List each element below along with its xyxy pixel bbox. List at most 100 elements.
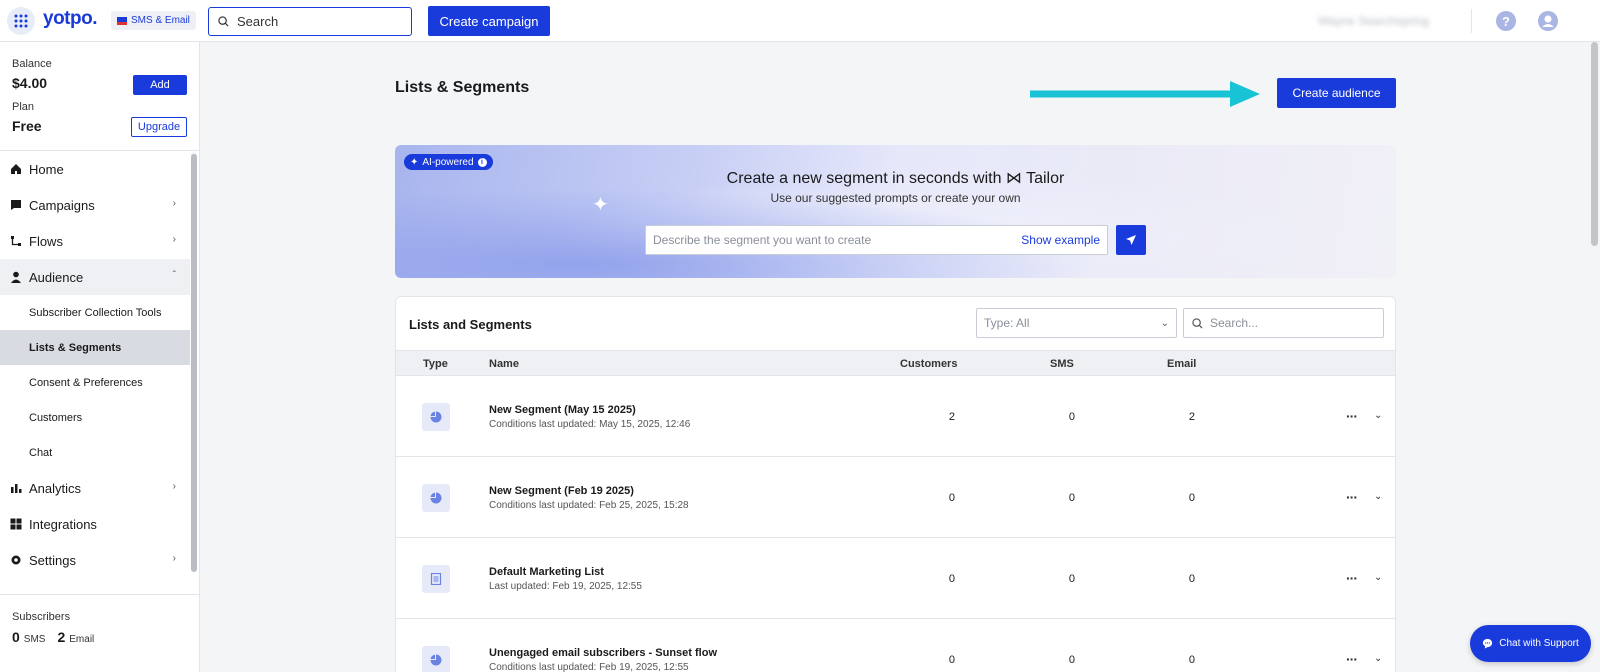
sidebar-item-customers[interactable]: Customers [0, 400, 190, 435]
audience-icon [10, 271, 22, 283]
more-actions-icon[interactable]: ··· [1346, 570, 1358, 586]
search-icon [1192, 317, 1203, 329]
row-email: 0 [1188, 654, 1195, 666]
row-updated: Conditions last updated: May 15, 2025, 1… [489, 419, 691, 430]
analytics-icon [10, 482, 22, 494]
banner-title: Create a new segment in seconds with ⋈ T… [726, 170, 1065, 187]
row-updated: Conditions last updated: Feb 25, 2025, 1… [489, 500, 689, 511]
yotpo-logo[interactable]: yotpo. [43, 8, 98, 30]
upgrade-button[interactable]: Upgrade [131, 117, 187, 137]
chevron-down-icon[interactable]: ⌄ [1374, 491, 1382, 502]
row-customers: 2 [948, 411, 955, 423]
chevron-right-icon: › [172, 234, 176, 245]
more-actions-icon[interactable]: ··· [1346, 489, 1358, 505]
table-row[interactable]: New Segment (May 15 2025) Conditions las… [396, 376, 1395, 457]
campaigns-icon [10, 199, 22, 211]
sidebar-item-home[interactable]: Home [0, 151, 190, 187]
row-name[interactable]: Default Marketing List [489, 566, 604, 578]
row-updated: Last updated: Feb 19, 2025, 12:55 [489, 581, 642, 592]
sidebar-item-label: Flows [29, 233, 63, 249]
subscribers-label: Subscribers [12, 611, 71, 623]
more-actions-icon[interactable]: ··· [1346, 408, 1358, 424]
create-audience-button[interactable]: Create audience [1277, 78, 1396, 108]
lists-segments-card: Lists and Segments Type: All ⌄ Search...… [395, 296, 1396, 672]
create-campaign-button[interactable]: Create campaign [428, 6, 550, 36]
sidebar-item-flows[interactable]: Flows › [0, 223, 190, 259]
table-row[interactable]: Default Marketing List Last updated: Feb… [396, 538, 1395, 619]
header-email[interactable]: Email [1167, 358, 1196, 370]
integrations-icon [10, 518, 22, 530]
chevron-down-icon[interactable]: ⌄ [1374, 572, 1382, 583]
row-sms: 0 [1068, 654, 1075, 666]
table-row[interactable]: New Segment (Feb 19 2025) Conditions las… [396, 457, 1395, 538]
table-row[interactable]: Unengaged email subscribers - Sunset flo… [396, 619, 1395, 672]
sidebar-item-chat[interactable]: Chat [0, 435, 190, 470]
send-prompt-button[interactable] [1116, 225, 1146, 255]
account-name[interactable]: Wayne Searchspring [1318, 14, 1429, 28]
sidebar: Balance $4.00 Add Plan Free Upgrade Home… [0, 42, 200, 672]
chevron-right-icon: › [172, 481, 176, 492]
sidebar-item-analytics[interactable]: Analytics › [0, 470, 190, 506]
segment-prompt-input[interactable]: Describe the segment you want to create … [645, 225, 1108, 255]
top-bar: yotpo. SMS & Email Search Create campaig… [0, 0, 1600, 42]
page-scrollbar[interactable] [1591, 42, 1598, 246]
app-grid-icon[interactable] [7, 7, 35, 35]
sms-unit: SMS [23, 634, 46, 645]
show-example-link[interactable]: Show example [1021, 233, 1100, 247]
chat-support-label: Chat with Support [1499, 638, 1579, 649]
flows-icon [10, 235, 22, 247]
row-sms: 0 [1068, 492, 1075, 504]
email-count: 2 [57, 629, 66, 645]
product-label: SMS & Email [131, 15, 190, 26]
sidebar-item-lists-segments[interactable]: Lists & Segments [0, 330, 190, 365]
subscriber-counts: 0 SMS 2 Email [12, 629, 102, 645]
sidebar-item-consent-preferences[interactable]: Consent & Preferences [0, 365, 190, 400]
gear-icon [10, 554, 22, 566]
chevron-down-icon: ⌄ [1160, 317, 1169, 329]
row-sms: 0 [1068, 573, 1075, 585]
balance-value: $4.00 [12, 75, 48, 91]
plan-value: Free [12, 118, 42, 134]
header-customers[interactable]: Customers [900, 358, 957, 370]
chat-with-support-button[interactable]: Chat with Support [1470, 625, 1591, 662]
top-divider [1471, 9, 1472, 33]
global-search-input[interactable]: Search [208, 7, 412, 36]
sidebar-item-integrations[interactable]: Integrations [0, 506, 190, 542]
home-icon [10, 163, 22, 175]
segment-icon [422, 403, 450, 431]
sidebar-item-label: Integrations [29, 516, 97, 532]
pointer-arrow-icon [1030, 81, 1260, 107]
info-icon[interactable]: i [477, 157, 487, 167]
sidebar-item-label: Settings [29, 552, 76, 568]
row-name[interactable]: New Segment (May 15 2025) [489, 404, 636, 416]
row-name[interactable]: Unengaged email subscribers - Sunset flo… [489, 647, 717, 659]
row-customers: 0 [948, 573, 955, 585]
chevron-right-icon: › [172, 553, 176, 564]
row-sms: 0 [1068, 411, 1075, 423]
sidebar-scrollbar[interactable] [191, 154, 197, 572]
sidebar-item-audience[interactable]: Audience ˆ [0, 259, 190, 295]
sidebar-item-subscriber-collection-tools[interactable]: Subscriber Collection Tools [0, 295, 190, 330]
chevron-down-icon[interactable]: ⌄ [1374, 410, 1382, 421]
row-name[interactable]: New Segment (Feb 19 2025) [489, 485, 634, 497]
banner-subtitle: Use our suggested prompts or create your… [770, 191, 1021, 205]
user-account-icon[interactable] [1538, 11, 1558, 31]
segment-icon [422, 646, 450, 672]
type-filter-value: Type: All [984, 316, 1030, 330]
row-updated: Conditions last updated: Feb 19, 2025, 1… [489, 662, 689, 672]
row-email: 0 [1188, 573, 1195, 585]
help-icon[interactable]: ? [1496, 11, 1516, 31]
row-customers: 0 [948, 492, 955, 504]
sidebar-item-campaigns[interactable]: Campaigns › [0, 187, 190, 223]
chevron-down-icon[interactable]: ⌄ [1374, 653, 1382, 664]
product-badge[interactable]: SMS & Email [111, 11, 196, 30]
header-type: Type [423, 358, 448, 370]
add-balance-button[interactable]: Add [133, 75, 187, 95]
table-search-input[interactable]: Search... [1183, 308, 1384, 338]
more-actions-icon[interactable]: ··· [1346, 651, 1358, 667]
sidebar-item-settings[interactable]: Settings › [0, 542, 190, 578]
sidebar-item-label: Audience [29, 269, 84, 285]
page-title: Lists & Segments [395, 79, 530, 96]
type-filter-select[interactable]: Type: All ⌄ [976, 308, 1177, 338]
header-sms[interactable]: SMS [1050, 358, 1074, 370]
